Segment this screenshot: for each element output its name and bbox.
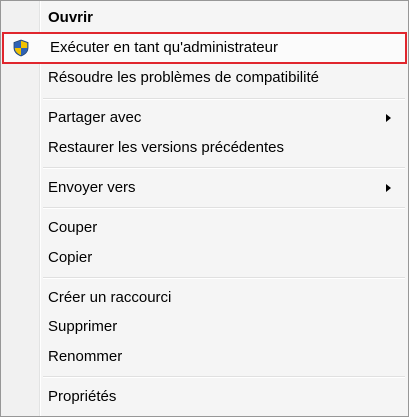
menu-item-label: Propriétés [48,388,117,405]
menu-item-label: Résoudre les problèmes de compatibilité [48,69,319,86]
menu-item-copy[interactable]: Copier [4,244,405,272]
menu-item-rename[interactable]: Renommer [4,343,405,371]
menu-separator [43,98,405,100]
menu-item-troubleshoot-compatibility[interactable]: Résoudre les problèmes de compatibilité [4,64,405,92]
submenu-arrow-icon [386,114,391,122]
menu-separator [43,207,405,209]
menu-item-label: Envoyer vers [48,179,136,196]
menu-item-label: Partager avec [48,109,142,126]
context-menu: Ouvrir Exécuter en tant qu'administrateu… [0,0,409,417]
menu-item-label: Exécuter en tant qu'administrateur [50,39,278,56]
menu-item-delete[interactable]: Supprimer [4,313,405,341]
uac-shield-icon [12,39,30,57]
menu-item-properties[interactable]: Propriétés [4,383,405,411]
submenu-arrow-icon [386,184,391,192]
menu-item-send-to[interactable]: Envoyer vers [4,174,405,202]
menu-item-restore-previous-versions[interactable]: Restaurer les versions précédentes [4,134,405,162]
menu-item-label: Créer un raccourci [48,289,172,306]
menu-separator [43,376,405,378]
menu-separator [43,167,405,169]
menu-item-label: Restaurer les versions précédentes [48,139,284,156]
menu-item-cut[interactable]: Couper [4,214,405,242]
menu-item-label: Renommer [48,348,123,365]
menu-separator [43,277,405,279]
menu-item-label: Copier [48,249,93,266]
menu-item-open[interactable]: Ouvrir [4,4,405,32]
menu-item-share-with[interactable]: Partager avec [4,104,405,132]
menu-item-run-as-admin[interactable]: Exécuter en tant qu'administrateur [2,32,407,64]
menu-item-create-shortcut[interactable]: Créer un raccourci [4,284,405,312]
menu-item-label: Ouvrir [48,9,94,26]
menu-item-label: Supprimer [48,318,118,335]
menu-item-label: Couper [48,219,98,236]
